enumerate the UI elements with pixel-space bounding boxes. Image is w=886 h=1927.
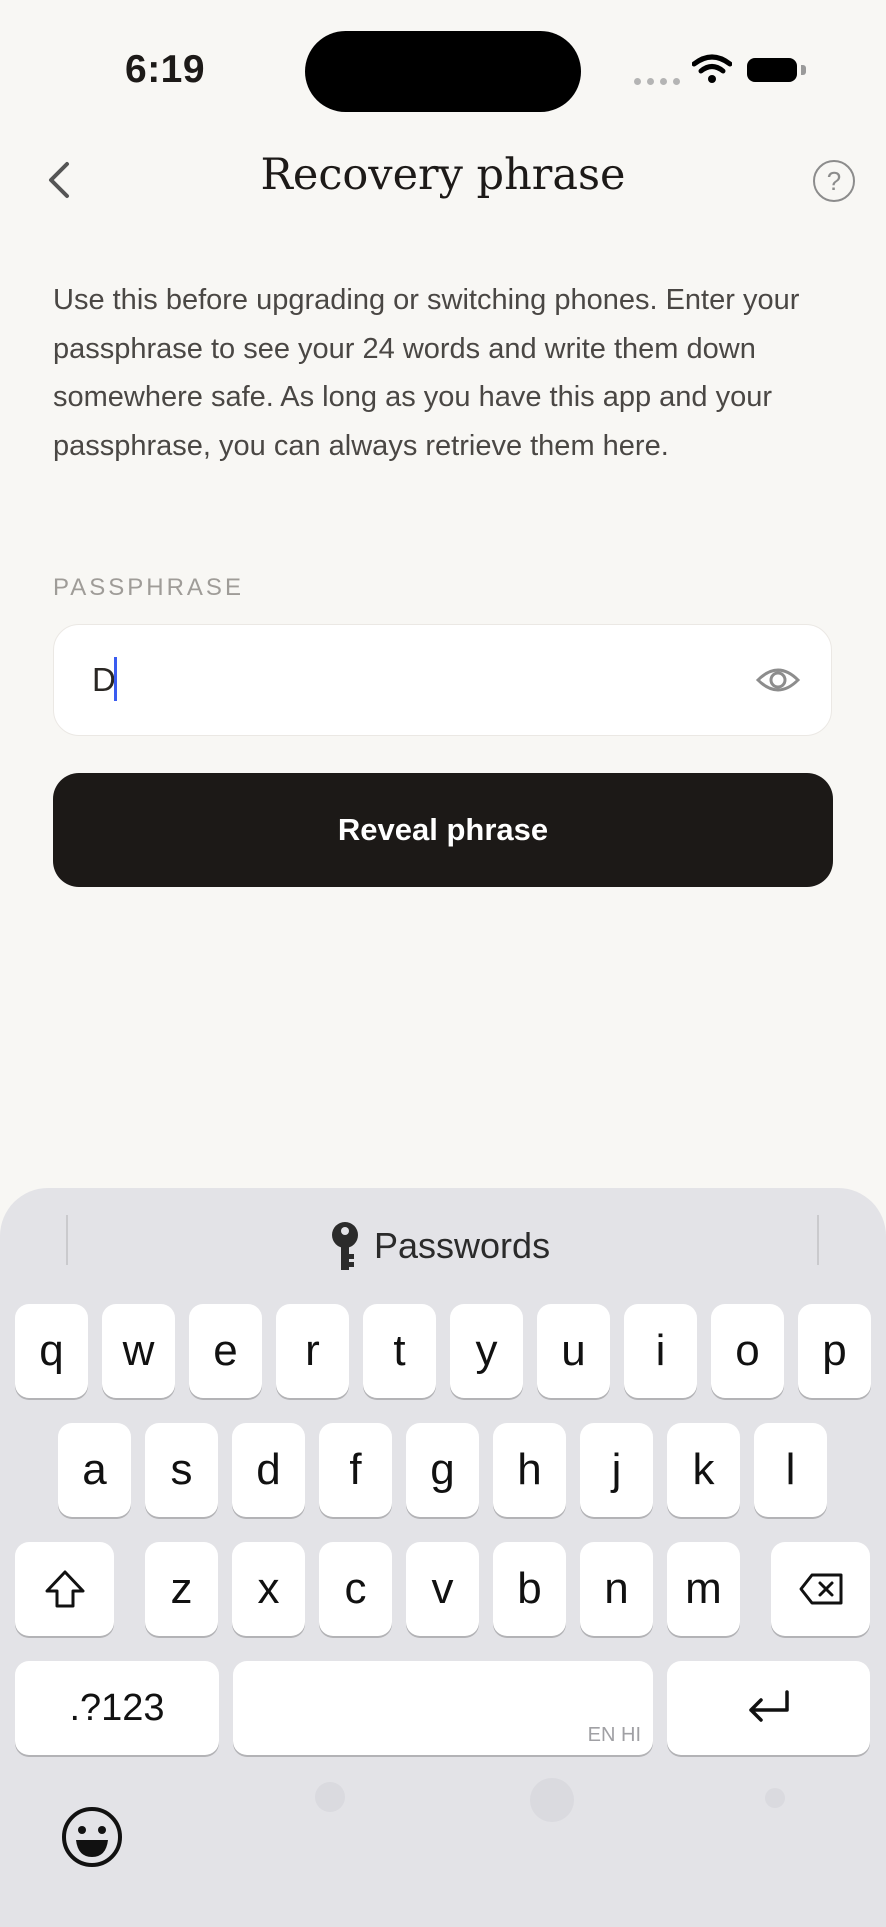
status-time: 6:19 <box>125 48 206 91</box>
space-key[interactable]: EN HI <box>233 1661 653 1755</box>
help-button[interactable]: ? <box>813 160 855 202</box>
emoji-icon[interactable] <box>60 1805 124 1869</box>
key-n[interactable]: n <box>580 1542 653 1636</box>
key-m[interactable]: m <box>667 1542 740 1636</box>
ghost-mark <box>765 1788 785 1808</box>
key-x[interactable]: x <box>232 1542 305 1636</box>
battery-cap <box>801 65 806 75</box>
space-language-label: EN HI <box>587 1724 641 1746</box>
key-k[interactable]: k <box>667 1423 740 1517</box>
key-j[interactable]: j <box>580 1423 653 1517</box>
wifi-icon <box>692 54 732 83</box>
dynamic-island <box>305 31 581 112</box>
shift-key[interactable] <box>15 1542 114 1636</box>
key-s[interactable]: s <box>145 1423 218 1517</box>
question-circle-icon: ? <box>826 166 842 196</box>
ghost-mark <box>530 1778 574 1822</box>
eye-icon[interactable] <box>755 665 801 695</box>
key-u[interactable]: u <box>537 1304 610 1398</box>
key-l[interactable]: l <box>754 1423 827 1517</box>
key-h[interactable]: h <box>493 1423 566 1517</box>
key-o[interactable]: o <box>711 1304 784 1398</box>
key-b[interactable]: b <box>493 1542 566 1636</box>
key-z[interactable]: z <box>145 1542 218 1636</box>
backspace-icon <box>799 1573 842 1605</box>
text-caret <box>114 657 117 701</box>
reveal-phrase-button[interactable]: Reveal phrase <box>53 773 833 887</box>
key-w[interactable]: w <box>102 1304 175 1398</box>
return-icon <box>748 1690 789 1722</box>
keyboard-divider-right <box>817 1215 819 1265</box>
key-p[interactable]: p <box>798 1304 871 1398</box>
key-i[interactable]: i <box>624 1304 697 1398</box>
key-a[interactable]: a <box>58 1423 131 1517</box>
key-icon <box>332 1222 358 1270</box>
key-t[interactable]: t <box>363 1304 436 1398</box>
key-d[interactable]: d <box>232 1423 305 1517</box>
passwords-suggestion[interactable]: Passwords <box>330 1220 550 1272</box>
key-y[interactable]: y <box>450 1304 523 1398</box>
return-key[interactable] <box>667 1661 870 1755</box>
page-title: Recovery phrase <box>260 150 626 200</box>
key-r[interactable]: r <box>276 1304 349 1398</box>
backspace-key[interactable] <box>771 1542 870 1636</box>
cellular-signal-icon <box>634 78 680 85</box>
ghost-mark <box>315 1782 345 1812</box>
description-text: Use this before upgrading or switching p… <box>53 284 800 462</box>
passphrase-input[interactable]: D <box>53 624 832 736</box>
shift-icon <box>45 1570 84 1608</box>
key-e[interactable]: e <box>189 1304 262 1398</box>
key-c[interactable]: c <box>319 1542 392 1636</box>
passwords-label: Passwords <box>374 1225 551 1266</box>
key-g[interactable]: g <box>406 1423 479 1517</box>
passphrase-value: D <box>92 661 116 698</box>
key-q[interactable]: q <box>15 1304 88 1398</box>
passphrase-label: PASSPHRASE <box>53 574 244 601</box>
battery-icon <box>747 58 797 82</box>
keyboard-divider-left <box>66 1215 68 1265</box>
key-v[interactable]: v <box>406 1542 479 1636</box>
key-f[interactable]: f <box>319 1423 392 1517</box>
numbers-key[interactable]: .?123 <box>15 1661 219 1755</box>
